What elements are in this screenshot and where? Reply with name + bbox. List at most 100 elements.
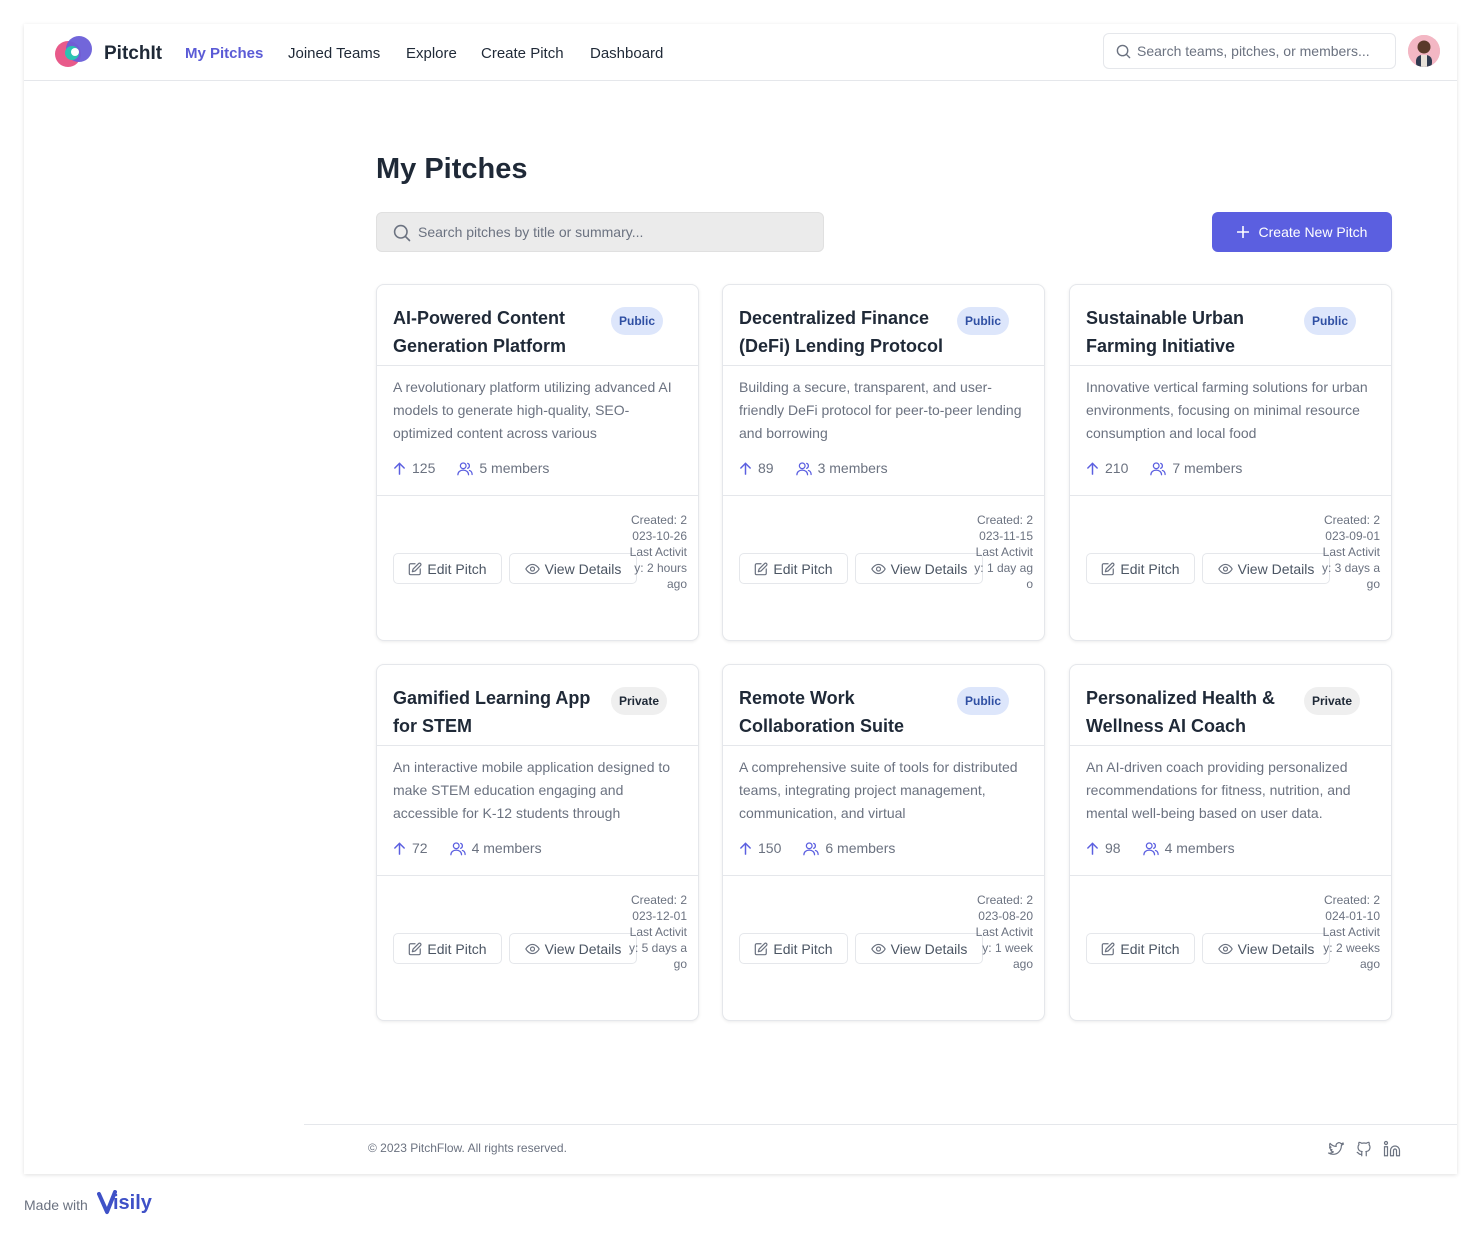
brand-name[interactable]: PitchIt — [104, 43, 162, 65]
member-count: 4 members — [1142, 840, 1235, 856]
pitch-search-input[interactable] — [418, 213, 814, 251]
pitch-title[interactable]: Decentralized Finance (DeFi) Lending Pro… — [739, 304, 949, 360]
view-details-button[interactable]: View Details — [1202, 933, 1330, 964]
view-details-label: View Details — [1237, 560, 1315, 577]
upvote-count: 72 — [393, 840, 428, 856]
twitter-icon[interactable] — [1327, 1140, 1345, 1158]
nav-explore[interactable]: Explore — [406, 45, 457, 62]
eye-icon — [870, 563, 886, 574]
plus-icon — [1236, 226, 1249, 238]
global-search-input[interactable] — [1137, 34, 1389, 68]
member-value: 6 members — [825, 840, 896, 856]
linkedin-icon[interactable] — [1383, 1140, 1401, 1158]
card-header: Decentralized Finance (DeFi) Lending Pro… — [723, 285, 1044, 366]
upvote-count: 150 — [739, 840, 781, 856]
pitch-stats: 150 6 members — [739, 839, 917, 857]
pitch-title[interactable]: Remote Work Collaboration Suite — [739, 684, 949, 740]
upvote-value: 98 — [1105, 840, 1121, 856]
github-icon[interactable] — [1355, 1140, 1373, 1158]
made-with-text: Made with — [24, 1197, 88, 1213]
eye-icon — [870, 943, 886, 954]
pitch-stats: 125 5 members — [393, 459, 571, 477]
pitch-summary: Innovative vertical farming solutions fo… — [1086, 379, 1368, 441]
view-details-button[interactable]: View Details — [1202, 553, 1330, 584]
pitchit-logo-icon[interactable] — [53, 35, 95, 69]
pitch-search-box — [376, 212, 824, 252]
top-navigation-bar: PitchIt My Pitches Joined Teams Explore … — [24, 24, 1457, 81]
members-icon — [803, 841, 820, 855]
user-avatar[interactable] — [1408, 35, 1440, 67]
card-footer: Edit Pitch View Details Created: 2023-11-1… — [723, 495, 1044, 640]
eye-icon — [524, 943, 540, 954]
view-details-label: View Details — [544, 940, 622, 957]
pitch-stats: 72 4 members — [393, 839, 564, 857]
members-icon — [795, 461, 812, 475]
view-details-label: View Details — [1237, 940, 1315, 957]
nav-joined-teams[interactable]: Joined Teams — [288, 45, 380, 62]
edit-pitch-button[interactable]: Edit Pitch — [393, 933, 502, 964]
pitch-card[interactable]: Gamified Learning App for STEM Private An … — [376, 664, 699, 1021]
pitch-card[interactable]: Personalized Health & Wellness AI Coach P… — [1069, 664, 1392, 1021]
edit-pitch-button[interactable]: Edit Pitch — [1086, 553, 1195, 584]
member-count: 7 members — [1150, 460, 1242, 476]
avatar-image-icon — [1408, 35, 1440, 67]
pitch-title[interactable]: Sustainable Urban Farming Initiative — [1086, 304, 1296, 360]
view-details-button[interactable]: View Details — [509, 553, 637, 584]
upvote-count: 89 — [739, 460, 774, 476]
pitch-card[interactable]: AI-Powered Content Generation Platform Pu… — [376, 284, 699, 641]
nav-create-pitch[interactable]: Create Pitch — [481, 45, 564, 62]
edit-pitch-button[interactable]: Edit Pitch — [739, 933, 848, 964]
footer-divider — [304, 1124, 1457, 1125]
upvote-count: 98 — [1086, 840, 1121, 856]
edit-pitch-button[interactable]: Edit Pitch — [1086, 933, 1195, 964]
view-details-label: View Details — [890, 560, 968, 577]
edit-pitch-button[interactable]: Edit Pitch — [393, 553, 502, 584]
member-value: 7 members — [1172, 460, 1243, 476]
pitch-dates: Created: 2023-08-20 Last Activity: 1 wee… — [975, 893, 1033, 971]
pitch-card[interactable]: Sustainable Urban Farming Initiative Publ… — [1069, 284, 1392, 641]
visibility-badge: Private — [611, 687, 668, 715]
pitch-title[interactable]: Personalized Health & Wellness AI Coach — [1086, 684, 1296, 740]
view-details-button[interactable]: View Details — [509, 933, 637, 964]
nav-dashboard[interactable]: Dashboard — [590, 45, 663, 62]
upvote-count: 125 — [393, 460, 435, 476]
visily-brand-text[interactable]: isily — [113, 1192, 152, 1215]
upvote-arrow-icon — [740, 462, 751, 475]
search-icon — [1116, 44, 1131, 59]
edit-pitch-label: Edit Pitch — [427, 940, 487, 957]
edit-icon — [1102, 942, 1115, 955]
pitch-dates: Created: 2023-12-01 Last Activity: 5 day… — [628, 893, 687, 971]
nav-my-pitches[interactable]: My Pitches — [185, 45, 263, 62]
card-header: Remote Work Collaboration Suite Public — [723, 665, 1044, 746]
create-new-pitch-label: Create New Pitch — [1258, 224, 1368, 240]
upvote-value: 150 — [758, 840, 782, 856]
members-icon — [449, 841, 466, 855]
pitch-stats: 98 4 members — [1086, 839, 1257, 857]
card-header: Sustainable Urban Farming Initiative Publ… — [1070, 285, 1391, 366]
upvote-value: 89 — [758, 460, 774, 476]
edit-pitch-button[interactable]: Edit Pitch — [739, 553, 848, 584]
view-details-label: View Details — [890, 940, 968, 957]
edit-pitch-label: Edit Pitch — [1120, 940, 1180, 957]
view-details-button[interactable]: View Details — [855, 933, 983, 964]
visibility-badge: Public — [957, 687, 1010, 715]
upvote-arrow-icon — [394, 462, 405, 475]
global-search-box — [1103, 33, 1396, 69]
pitch-title[interactable]: AI-Powered Content Generation Platform — [393, 304, 603, 360]
card-header: Gamified Learning App for STEM Private — [377, 665, 698, 746]
card-footer: Edit Pitch View Details Created: 2023-09-0… — [1070, 495, 1391, 640]
pitch-card[interactable]: Remote Work Collaboration Suite Public A c… — [722, 664, 1045, 1021]
create-new-pitch-button[interactable]: Create New Pitch — [1212, 212, 1392, 252]
pitch-dates: Created: 2023-09-01 Last Activity: 3 day… — [1321, 513, 1380, 591]
edit-pitch-label: Edit Pitch — [773, 560, 833, 577]
card-header: Personalized Health & Wellness AI Coach P… — [1070, 665, 1391, 746]
visibility-badge: Public — [611, 307, 664, 335]
pitch-title[interactable]: Gamified Learning App for STEM — [393, 684, 603, 740]
view-details-button[interactable]: View Details — [855, 553, 983, 584]
pitch-card[interactable]: Decentralized Finance (DeFi) Lending Pro… — [722, 284, 1045, 641]
pitch-summary: A comprehensive suite of tools for distr… — [739, 759, 1018, 821]
member-value: 3 members — [817, 460, 888, 476]
upvote-count: 210 — [1086, 460, 1128, 476]
pitch-dates: Created: 2023-10-26 Last Activity: 2 hou… — [629, 513, 687, 591]
card-footer: Edit Pitch View Details Created: 2023-10-2… — [377, 495, 698, 640]
